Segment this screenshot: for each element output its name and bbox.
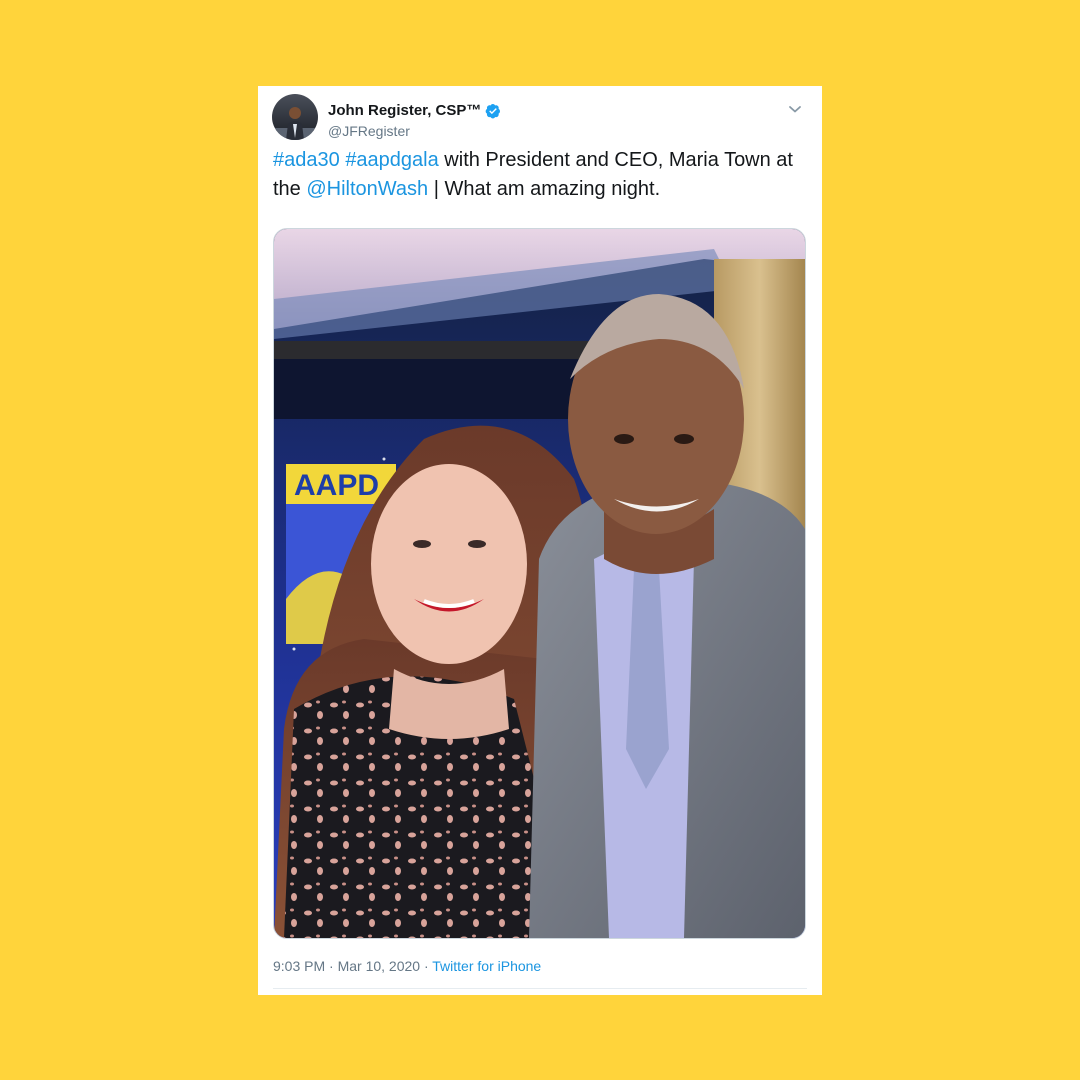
hashtag-link[interactable]: #ada30 [273,149,340,171]
timestamp[interactable]: 9:03 PM · Mar 10, 2020 [273,958,420,974]
tweet-card: John Register, CSP™ @JFRegister #ada30 #… [258,86,822,995]
display-name[interactable]: John Register, CSP™ [328,102,481,119]
user-handle[interactable]: @JFRegister [328,123,410,139]
name-row: John Register, CSP™ [328,102,501,119]
tweet-text-end: | What am amazing night. [428,178,661,200]
verified-badge-icon [485,103,501,119]
photo-illustration: AAPD [274,229,805,938]
tweet-header: John Register, CSP™ @JFRegister [272,94,808,140]
meta-separator: · [420,958,433,974]
chevron-down-icon[interactable] [786,100,804,118]
tweet-meta: 9:03 PM · Mar 10, 2020 · Twitter for iPh… [273,958,541,974]
mention-link[interactable]: @HiltonWash [306,178,428,200]
divider [273,988,807,989]
avatar[interactable] [272,94,318,140]
banner-text: AAPD [294,469,379,502]
hashtag-link[interactable]: #aapdgala [345,149,438,171]
source-link[interactable]: Twitter for iPhone [432,958,541,974]
user-avatar-icon [272,94,318,140]
tweet-photo[interactable]: AAPD [273,228,806,939]
tweet-text: #ada30 #aapdgala with President and CEO,… [273,146,808,204]
